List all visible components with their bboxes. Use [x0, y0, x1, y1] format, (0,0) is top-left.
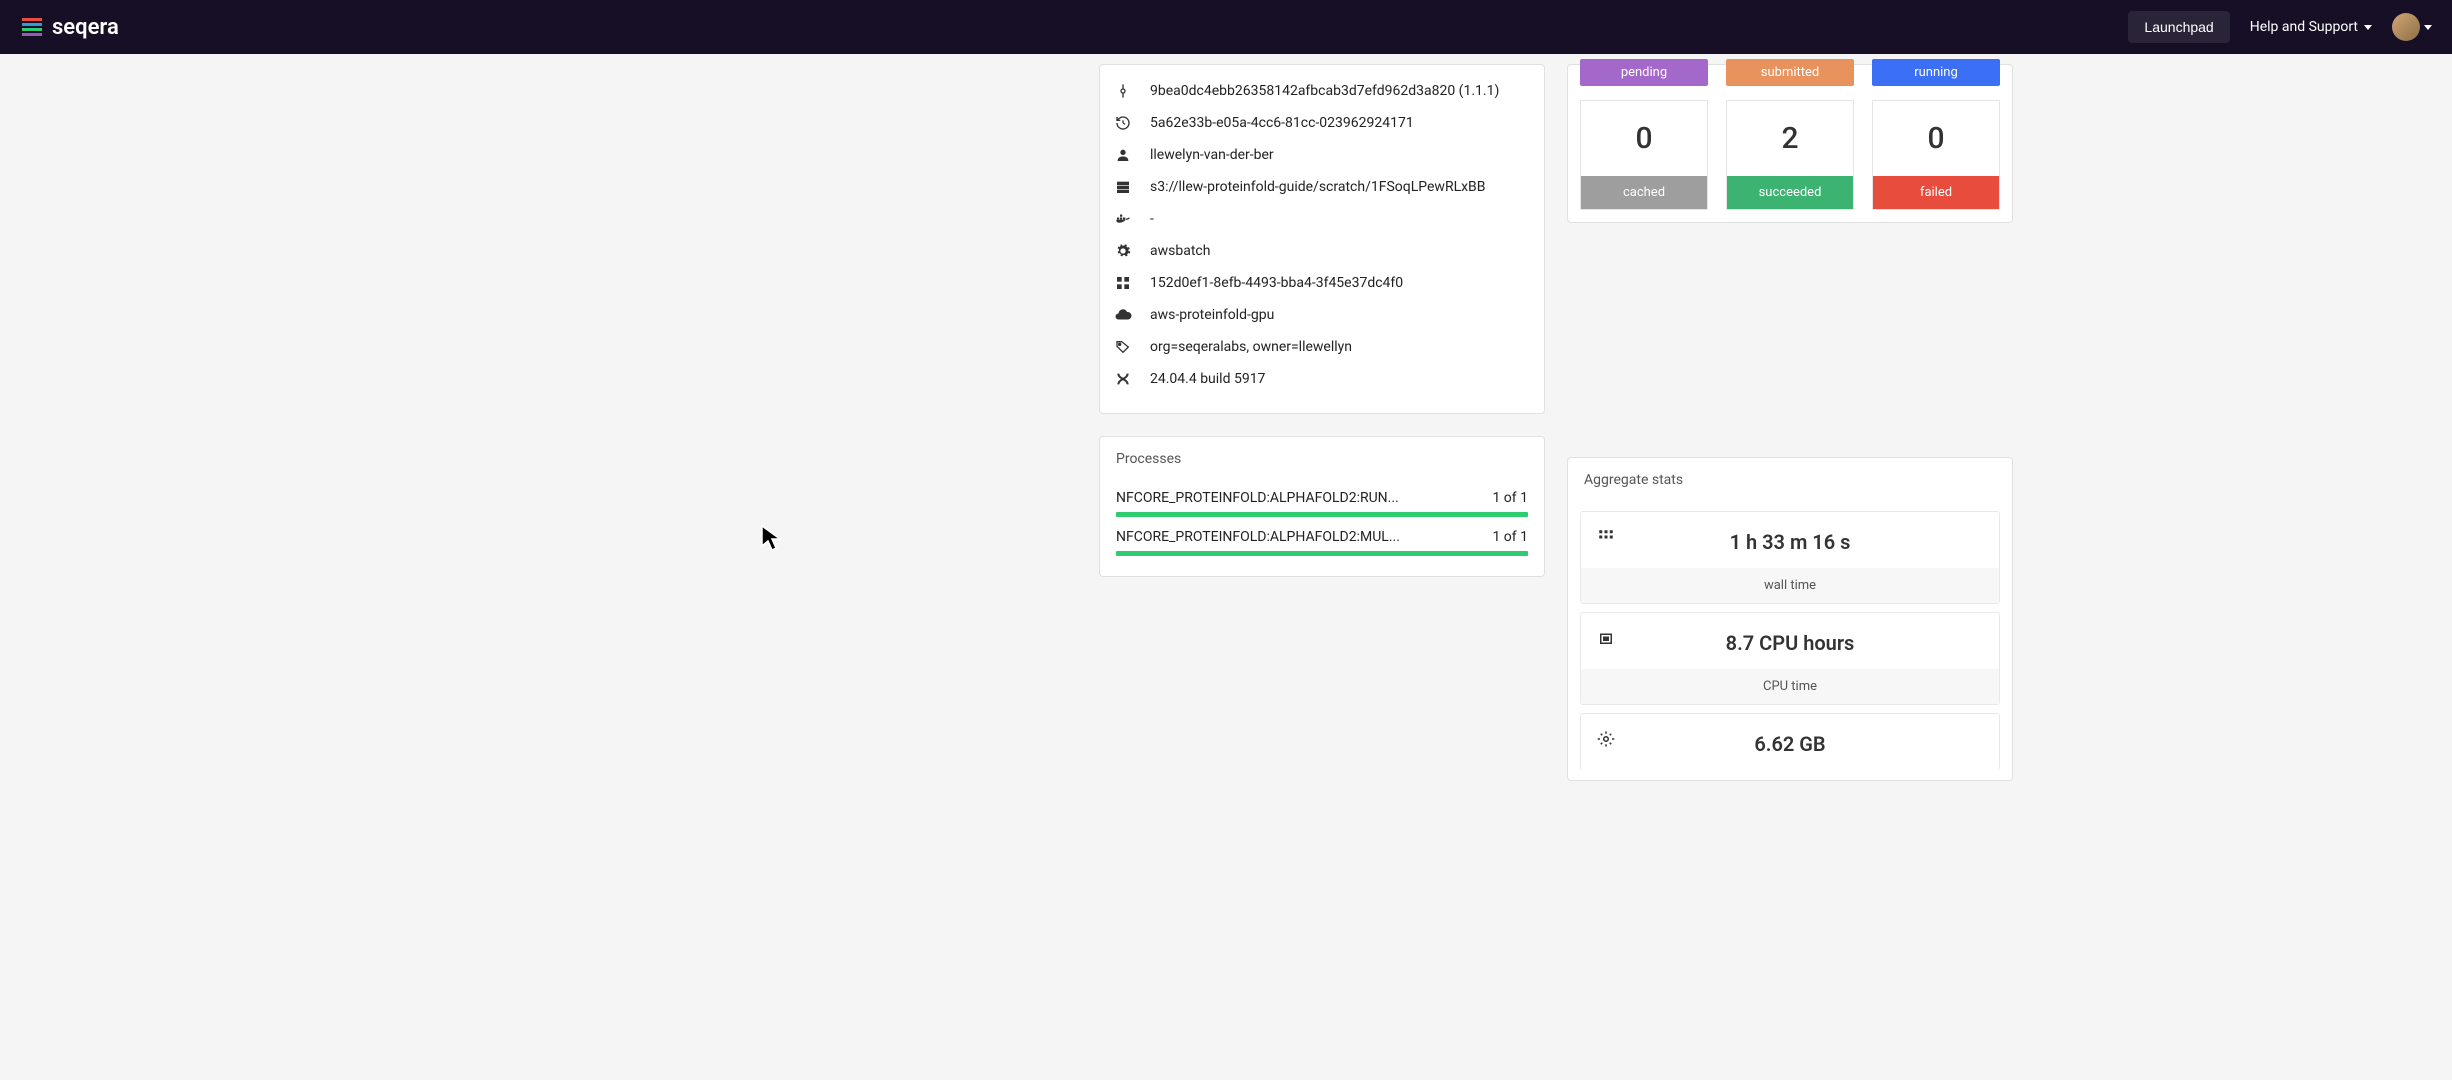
cpu-icon — [1597, 629, 1615, 647]
user-icon — [1114, 146, 1132, 164]
stat-wall-time: 1 h 33 m 16 s wall time — [1580, 511, 2000, 604]
docker-icon — [1114, 210, 1132, 228]
process-row[interactable]: NFCORE_PROTEINFOLD:ALPHAFOLD2:MUL... 1 o… — [1100, 521, 1544, 560]
chevron-down-icon — [2364, 25, 2372, 30]
detail-value: 24.04.4 build 5917 — [1150, 371, 1265, 387]
gear-icon — [1114, 242, 1132, 260]
status-count: 0 — [1581, 101, 1707, 176]
status-cached-cell: 0 cached — [1580, 100, 1708, 210]
detail-compute-env-name: aws-proteinfold-gpu — [1114, 299, 1530, 331]
topbar: seqera Launchpad Help and Support — [0, 0, 2452, 54]
detail-executor: awsbatch — [1114, 235, 1530, 267]
aggregate-title: Aggregate stats — [1568, 458, 2012, 503]
stat-cpu-time: 8.7 CPU hours CPU time — [1580, 612, 2000, 705]
detail-nextflow: 24.04.4 build 5917 — [1114, 363, 1530, 395]
launchpad-button[interactable]: Launchpad — [2128, 11, 2229, 43]
detail-commit: 9bea0dc4ebb26358142afbcab3d7efd962d3a820… — [1114, 75, 1530, 107]
detail-value: org=seqeralabs, owner=llewellyn — [1150, 339, 1352, 355]
detail-value: 5a62e33b-e05a-4cc6-81cc-023962924171 — [1150, 115, 1414, 131]
detail-value: awsbatch — [1150, 243, 1210, 259]
status-count: 2 — [1727, 101, 1853, 176]
detail-value: llewelyn-van-der-ber — [1150, 147, 1274, 163]
memory-gear-icon — [1597, 730, 1615, 748]
process-progress-bar — [1116, 512, 1528, 517]
storage-icon — [1114, 178, 1132, 196]
process-name: NFCORE_PROTEINFOLD:ALPHAFOLD2:RUN... — [1116, 490, 1399, 506]
status-succeeded-cell: 2 succeeded — [1726, 100, 1854, 210]
chevron-down-icon — [2424, 25, 2432, 30]
stat-value: 1 h 33 m 16 s — [1581, 512, 1999, 568]
history-icon — [1114, 114, 1132, 132]
detail-labels: org=seqeralabs, owner=llewellyn — [1114, 331, 1530, 363]
avatar — [2392, 13, 2420, 41]
detail-value: 152d0ef1-8efb-4493-bba4-3f45e37dc4f0 — [1150, 275, 1403, 291]
run-details-card: 9bea0dc4ebb26358142afbcab3d7efd962d3a820… — [1099, 64, 1545, 414]
process-count: 1 of 1 — [1492, 529, 1528, 545]
status-label: cached — [1581, 176, 1707, 209]
processes-title: Processes — [1100, 437, 1544, 482]
aggregate-stats-card: Aggregate stats 1 h 33 m 16 s wall time … — [1567, 457, 2013, 781]
stat-label: wall time — [1581, 568, 1999, 603]
status-running-pill: running — [1872, 59, 2000, 86]
nextflow-icon — [1114, 370, 1132, 388]
process-progress-bar — [1116, 551, 1528, 556]
cloud-icon — [1114, 306, 1132, 324]
processes-card: Processes NFCORE_PROTEINFOLD:ALPHAFOLD2:… — [1099, 436, 1545, 577]
status-submitted-pill: submitted — [1726, 59, 1854, 86]
status-failed-cell: 0 failed — [1872, 100, 2000, 210]
process-row[interactable]: NFCORE_PROTEINFOLD:ALPHAFOLD2:RUN... 1 o… — [1100, 482, 1544, 521]
status-count: 0 — [1873, 101, 1999, 176]
detail-value: s3://llew-proteinfold-guide/scratch/1FSo… — [1150, 179, 1486, 195]
status-label: succeeded — [1727, 176, 1853, 209]
help-support-label: Help and Support — [2250, 19, 2358, 35]
clock-grid-icon — [1597, 528, 1615, 546]
stat-value: 8.7 CPU hours — [1581, 613, 1999, 669]
brand-name: seqera — [52, 15, 119, 40]
tag-icon — [1114, 338, 1132, 356]
process-name: NFCORE_PROTEINFOLD:ALPHAFOLD2:MUL... — [1116, 529, 1400, 545]
process-count: 1 of 1 — [1492, 490, 1528, 506]
detail-user: llewelyn-van-der-ber — [1114, 139, 1530, 171]
detail-value: aws-proteinfold-gpu — [1150, 307, 1274, 323]
stat-value: 6.62 GB — [1581, 714, 1999, 770]
detail-compute-env-id: 152d0ef1-8efb-4493-bba4-3f45e37dc4f0 — [1114, 267, 1530, 299]
detail-value: 9bea0dc4ebb26358142afbcab3d7efd962d3a820… — [1150, 83, 1499, 99]
brand-logo[interactable]: seqera — [20, 15, 119, 40]
brand-logo-icon — [20, 15, 44, 39]
commit-icon — [1114, 82, 1132, 100]
detail-workdir: s3://llew-proteinfold-guide/scratch/1FSo… — [1114, 171, 1530, 203]
status-pending-pill: pending — [1580, 59, 1708, 86]
detail-value: - — [1150, 211, 1154, 227]
detail-session: 5a62e33b-e05a-4cc6-81cc-023962924171 — [1114, 107, 1530, 139]
detail-container: - — [1114, 203, 1530, 235]
status-label: failed — [1873, 176, 1999, 209]
stat-memory: 6.62 GB — [1580, 713, 2000, 770]
status-card: pending submitted running 0 cached 2 suc… — [1567, 64, 2013, 223]
user-menu[interactable] — [2392, 13, 2432, 41]
grid-icon — [1114, 274, 1132, 292]
topbar-right: Launchpad Help and Support — [2128, 11, 2432, 43]
stat-label: CPU time — [1581, 669, 1999, 704]
help-support-menu[interactable]: Help and Support — [2250, 19, 2372, 35]
